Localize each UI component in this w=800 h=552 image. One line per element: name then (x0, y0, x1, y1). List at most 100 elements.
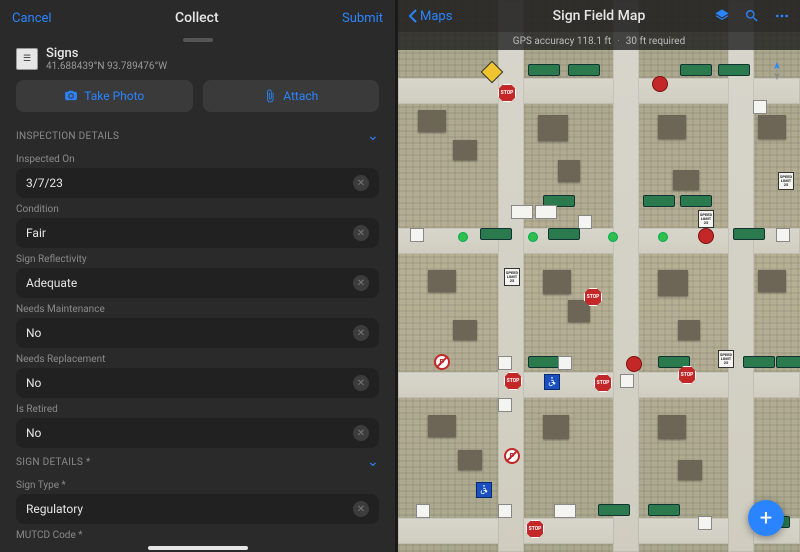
section-sign-details[interactable]: SIGN DETAILS * ⌄ (16, 448, 379, 474)
field-retired[interactable]: No ✕ (16, 418, 379, 448)
speed-limit-marker[interactable]: SPEEDLIMIT25 (778, 172, 794, 190)
back-to-maps-button[interactable]: Maps (408, 9, 452, 24)
sign-marker[interactable] (698, 516, 712, 530)
street-sign-marker[interactable] (598, 504, 630, 516)
clear-icon[interactable]: ✕ (353, 425, 369, 441)
building (758, 115, 786, 139)
street-sign-marker[interactable] (680, 64, 712, 76)
building (678, 320, 700, 340)
form-scroll[interactable]: INSPECTION DETAILS ⌄ Inspected On 3/7/23… (0, 122, 395, 542)
street-sign-marker[interactable] (568, 64, 600, 76)
clear-icon[interactable]: ✕ (353, 275, 369, 291)
point-marker[interactable] (608, 232, 618, 242)
take-photo-label: Take Photo (84, 89, 144, 103)
point-marker[interactable] (528, 232, 538, 242)
sign-marker[interactable] (620, 374, 634, 388)
sign-marker[interactable] (578, 215, 592, 229)
more-icon[interactable] (774, 8, 790, 24)
sign-marker[interactable] (753, 100, 767, 114)
street-sign-marker[interactable] (718, 64, 750, 76)
street-sign-marker[interactable] (648, 504, 680, 516)
street-sign-marker[interactable] (733, 228, 765, 240)
stop-marker[interactable] (626, 356, 642, 372)
attach-button[interactable]: Attach (203, 80, 380, 112)
field-reflectivity[interactable]: Adequate ✕ (16, 268, 379, 298)
stop-sign-marker[interactable]: STOP (498, 84, 516, 102)
stop-marker[interactable] (652, 76, 668, 92)
speed-limit-marker[interactable]: SPEEDLIMIT25 (698, 210, 714, 228)
stop-sign-marker[interactable]: STOP (678, 366, 696, 384)
field-sign-type[interactable]: Regulatory ✕ (16, 494, 379, 524)
search-icon[interactable] (744, 8, 760, 24)
layers-icon[interactable] (714, 8, 730, 24)
handicap-marker[interactable] (544, 374, 560, 390)
chevron-down-icon: ⌄ (367, 128, 379, 144)
building (428, 270, 456, 292)
street-sign-marker[interactable] (643, 195, 675, 207)
attachment-actions: Take Photo Attach (0, 80, 395, 122)
cancel-button[interactable]: Cancel (12, 11, 52, 26)
point-marker[interactable] (458, 232, 468, 242)
gps-required-value: 30 ft required (626, 36, 685, 47)
add-feature-button[interactable]: + (748, 500, 784, 536)
sign-marker[interactable] (554, 504, 576, 518)
field-label-reflectivity: Sign Reflectivity (16, 248, 379, 268)
sign-marker[interactable] (558, 356, 572, 370)
street-sign-marker[interactable] (528, 356, 560, 368)
building (673, 170, 699, 190)
building (758, 270, 786, 292)
street-sign-marker[interactable] (528, 64, 560, 76)
sign-marker[interactable] (776, 228, 790, 242)
road (613, 0, 639, 552)
no-parking-marker[interactable]: P (434, 354, 450, 370)
field-condition[interactable]: Fair ✕ (16, 218, 379, 248)
clear-icon[interactable]: ✕ (353, 325, 369, 341)
home-indicator (148, 546, 248, 550)
sign-marker[interactable] (498, 356, 512, 370)
sign-marker[interactable] (410, 228, 424, 242)
compass-button[interactable] (766, 60, 788, 82)
building (428, 415, 456, 437)
field-maintenance[interactable]: No ✕ (16, 318, 379, 348)
speed-limit-marker[interactable]: SPEEDLIMIT25 (718, 350, 734, 368)
field-label-sign-type: Sign Type * (16, 474, 379, 494)
building (658, 270, 688, 296)
take-photo-button[interactable]: Take Photo (16, 80, 193, 112)
field-label-mutcd: MUTCD Code * (16, 524, 379, 542)
field-label-inspected-on: Inspected On (16, 148, 379, 168)
sign-marker[interactable] (416, 504, 430, 518)
stop-sign-marker[interactable]: STOP (504, 372, 522, 390)
speed-limit-marker[interactable]: SPEEDLIMIT25 (504, 268, 520, 286)
map-panel[interactable]: STOP SPEEDLIMIT25 SPEEDLIMIT25 SPEEDLIMI… (398, 0, 800, 552)
street-sign-marker[interactable] (548, 228, 580, 240)
handicap-marker[interactable] (476, 482, 492, 498)
collect-form-panel: Cancel Collect Submit ☰ Signs 41.688439°… (0, 0, 395, 552)
street-sign-marker[interactable] (680, 195, 712, 207)
sign-marker[interactable] (498, 504, 512, 518)
clear-icon[interactable]: ✕ (353, 175, 369, 191)
point-marker[interactable] (658, 232, 668, 242)
sign-marker[interactable] (511, 205, 533, 219)
attach-icon (263, 89, 277, 103)
sign-marker[interactable] (498, 398, 512, 412)
street-sign-marker[interactable] (480, 228, 512, 240)
stop-sign-marker[interactable]: STOP (594, 374, 612, 392)
stop-sign-marker[interactable]: STOP (584, 288, 602, 306)
clear-icon[interactable]: ✕ (353, 225, 369, 241)
no-parking-marker[interactable]: P (504, 448, 520, 464)
submit-button[interactable]: Submit (342, 11, 383, 26)
sign-marker[interactable] (535, 205, 557, 219)
feature-coords: 41.688439°N 93.789476°W (46, 61, 167, 72)
section-inspection-details[interactable]: INSPECTION DETAILS ⌄ (16, 122, 379, 148)
clear-icon[interactable]: ✕ (353, 501, 369, 517)
field-inspected-on[interactable]: 3/7/23 ✕ (16, 168, 379, 198)
field-label-retired: Is Retired (16, 398, 379, 418)
field-replacement[interactable]: No ✕ (16, 368, 379, 398)
stop-marker[interactable] (698, 228, 714, 244)
stop-sign-marker[interactable]: STOP (526, 520, 544, 538)
map-header: Maps Sign Field Map (398, 0, 800, 32)
building (658, 115, 686, 139)
clear-icon[interactable]: ✕ (353, 375, 369, 391)
street-sign-marker[interactable] (743, 356, 775, 368)
street-sign-marker[interactable] (776, 356, 800, 368)
